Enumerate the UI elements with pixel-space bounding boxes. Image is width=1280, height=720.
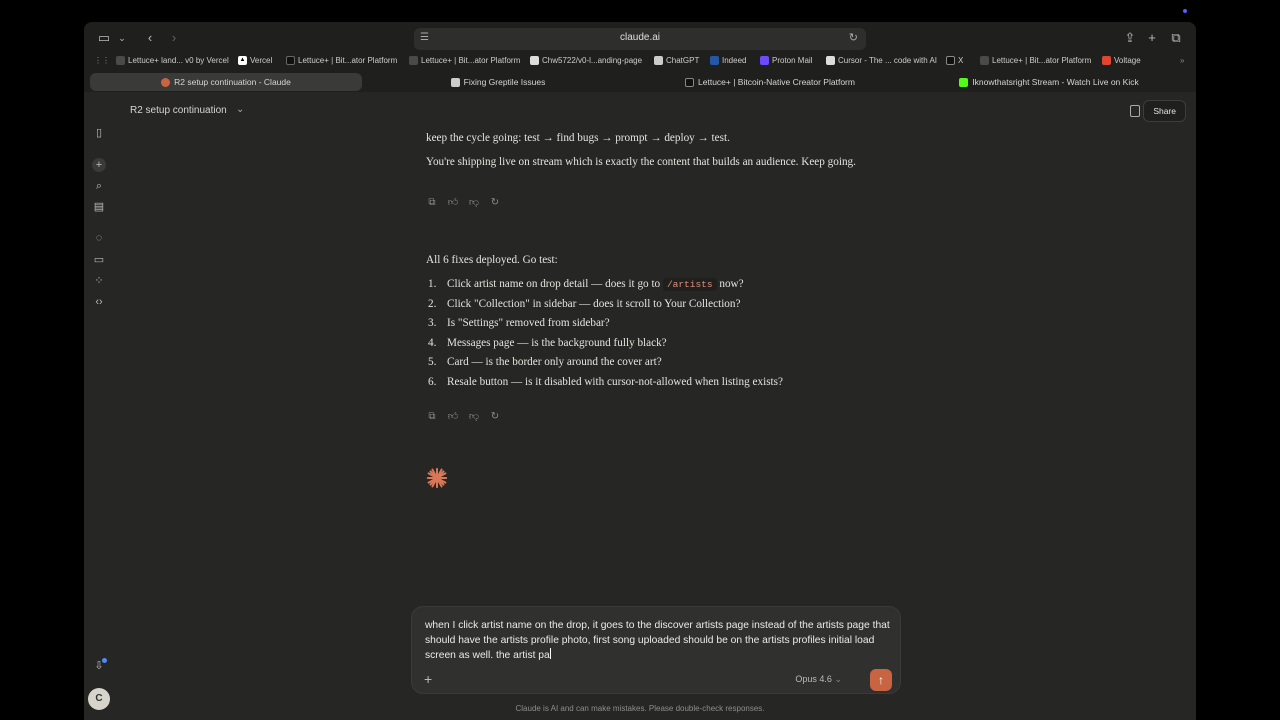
share-button[interactable]: Share — [1143, 100, 1186, 122]
bookmark-item[interactable]: Indeed — [710, 56, 746, 65]
bookmark-item[interactable]: Cursor - The ... code with AI — [826, 56, 937, 65]
favicon-icon — [685, 77, 695, 87]
tab[interactable]: Fixing Greptile Issues — [362, 73, 634, 91]
address-bar[interactable]: ☰ claude.ai ↻ — [414, 28, 866, 50]
chevron-down-icon: ⌄ — [834, 674, 842, 684]
tab-bar: R2 setup continuation - Claude Fixing Gr… — [84, 72, 1196, 92]
notification-dot — [102, 658, 107, 663]
message-input[interactable]: when I click artist name on the drop, it… — [425, 619, 890, 664]
retry-icon[interactable]: ↻ — [489, 411, 501, 423]
bookmark-item[interactable]: ▲ Vercel — [238, 56, 272, 65]
browser-toolbar: ▭ ⌄ ‹ › ☰ claude.ai ↻ ⇪ + ⧉ — [84, 22, 1196, 54]
favicon-icon — [450, 77, 460, 87]
list-item: 5. Card — is the border only around the c… — [428, 356, 662, 368]
claude-favicon-icon — [161, 77, 171, 87]
code-icon[interactable]: ‹› — [93, 296, 105, 308]
tab-overview-icon[interactable]: ⧉ — [1168, 30, 1184, 46]
tab[interactable]: Lettuce+ | Bitcoin-Native Creator Platfo… — [634, 73, 906, 91]
copy-icon[interactable]: ⧉ — [426, 411, 438, 423]
bookmark-item[interactable]: Lettuce+ | Bit...ator Platform — [980, 56, 1091, 65]
browser-window: ▭ ⌄ ‹ › ☰ claude.ai ↻ ⇪ + ⧉ ⋮⋮ Lettuce+ … — [84, 22, 1196, 720]
artifacts-icon[interactable]: ⁘ — [93, 275, 105, 287]
message-actions: ⧉ 👍︎ 👎︎ ↻ — [426, 197, 501, 209]
message-composer[interactable]: when I click artist name on the drop, it… — [411, 606, 901, 694]
thumbs-up-icon[interactable]: 👍︎ — [447, 197, 459, 209]
sidebar-toggle-icon[interactable]: ▯ — [93, 127, 105, 139]
archive-icon[interactable]: ▭ — [93, 254, 105, 266]
bookmark-item[interactable]: Chw5722/v0-l...anding-page — [530, 56, 642, 65]
thumbs-down-icon[interactable]: 👎︎ — [468, 197, 480, 209]
tab-active[interactable]: R2 setup continuation - Claude — [90, 73, 362, 91]
send-button[interactable]: ↑ — [870, 669, 892, 691]
back-icon[interactable]: ‹ — [142, 30, 158, 46]
conversation-title[interactable]: R2 setup continuation — [130, 105, 227, 116]
copy-icon[interactable]: ⧉ — [426, 197, 438, 209]
list-item: 4. Messages page — is the background full… — [428, 336, 667, 349]
projects-icon[interactable]: ▤ — [93, 201, 105, 213]
message-text: keep the cycle going: test → find bugs →… — [426, 132, 730, 144]
tab[interactable]: Iknowthatsright Stream - Watch Live on K… — [906, 73, 1192, 91]
claude-spark-icon — [426, 467, 448, 489]
more-bookmarks-icon[interactable]: » — [1180, 56, 1184, 65]
message-text: You're shipping live on stream which is … — [426, 156, 856, 168]
share-icon[interactable]: ⇪ — [1122, 30, 1138, 46]
retry-icon[interactable]: ↻ — [489, 197, 501, 209]
app-header: R2 setup continuation ⌄ Share — [84, 92, 1196, 130]
add-attachment-button[interactable]: + — [424, 671, 432, 687]
status-dot — [1183, 9, 1187, 13]
bookmark-item[interactable]: Proton Mail — [760, 56, 812, 65]
message-actions: ⧉ 👍︎ 👎︎ ↻ — [426, 411, 501, 423]
sidebar-rail: ▯ + ⌕ ▤ ◌ ▭ ⁘ ‹› ⇩ C — [84, 92, 114, 720]
bookmarks-bar: ⋮⋮ Lettuce+ land... v0 by Vercel ▲ Vercel… — [84, 54, 1196, 72]
reload-icon[interactable]: ↻ — [849, 31, 858, 44]
message-text: All 6 fixes deployed. Go test: — [426, 254, 558, 266]
model-selector[interactable]: Opus 4.6 ⌄ — [795, 674, 842, 685]
thumbs-down-icon[interactable]: 👎︎ — [468, 411, 480, 423]
kick-favicon-icon — [959, 77, 969, 87]
search-icon[interactable]: ⌕ — [93, 180, 105, 192]
thumbs-up-icon[interactable]: 👍︎ — [447, 411, 459, 423]
document-icon[interactable] — [1130, 105, 1140, 117]
bookmark-item[interactable]: Lettuce+ land... v0 by Vercel — [116, 56, 229, 65]
forward-icon[interactable]: › — [166, 30, 182, 46]
list-item: 3. Is "Settings" removed from sidebar? — [428, 317, 610, 329]
chevron-down-icon[interactable]: ⌄ — [114, 30, 130, 46]
bookmark-item[interactable]: Lettuce+ | Bit...ator Platform — [409, 56, 520, 65]
new-tab-icon[interactable]: + — [1144, 30, 1160, 46]
list-item: 1. Click artist name on drop detail — doe… — [428, 278, 744, 291]
bookmark-item[interactable]: ChatGPT — [654, 56, 699, 65]
list-item: 6. Resale button — is it disabled with cu… — [428, 375, 783, 388]
text-caret — [549, 648, 551, 659]
list-item: 2. Click "Collection" in sidebar — does i… — [428, 297, 741, 310]
sidebar-toggle-icon[interactable]: ▭ — [96, 30, 112, 46]
url-text: claude.ai — [619, 32, 661, 43]
grid-icon[interactable]: ⋮⋮ — [94, 56, 110, 65]
bookmark-item[interactable]: Lettuce+ | Bit...ator Platform — [286, 56, 397, 65]
chats-icon[interactable]: ◌ — [93, 232, 105, 244]
bookmark-item[interactable]: Voltage — [1102, 56, 1141, 65]
new-chat-icon[interactable]: + — [92, 158, 106, 172]
inline-code: /artists — [662, 278, 717, 291]
chevron-down-icon[interactable]: ⌄ — [236, 104, 244, 115]
bookmark-item[interactable]: X — [946, 56, 963, 65]
test-checklist: 1. Click artist name on drop detail — doe… — [426, 276, 783, 393]
disclaimer-text: Claude is AI and can make mistakes. Plea… — [515, 704, 765, 713]
